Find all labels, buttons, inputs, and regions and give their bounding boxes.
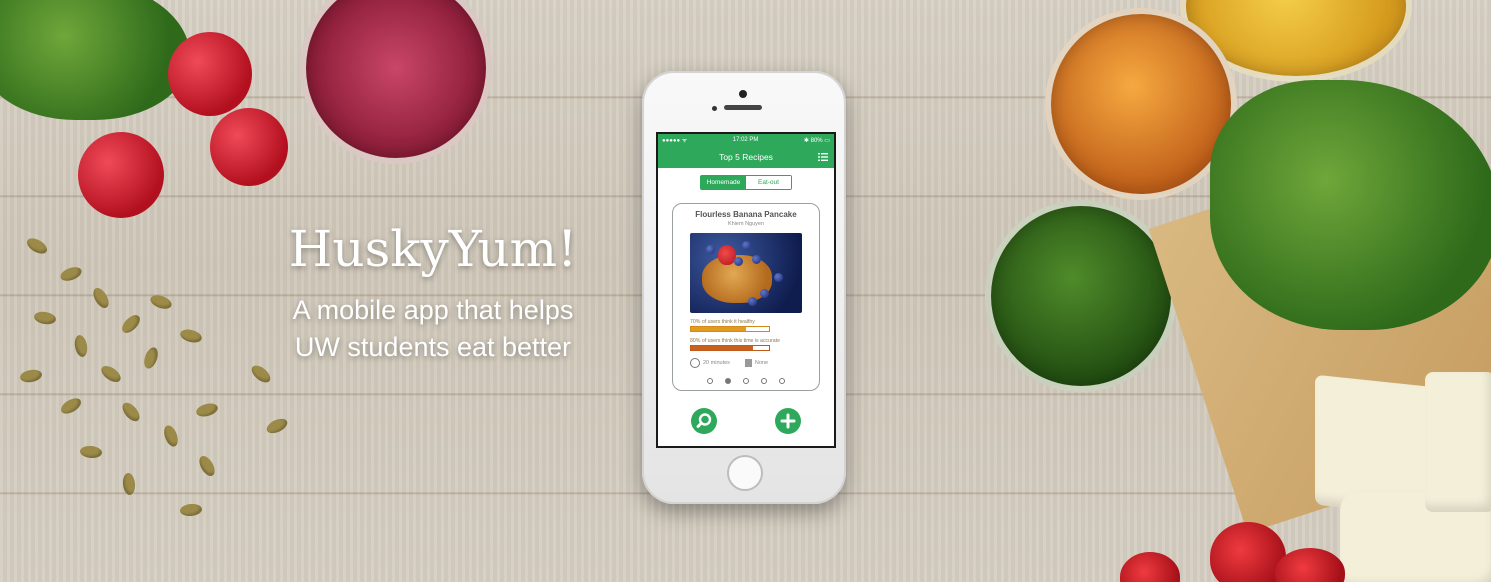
blueberry-image (748, 297, 757, 306)
tab-eat-out[interactable]: Eat-out (746, 176, 791, 189)
tab-homemade[interactable]: Homemade (701, 176, 746, 189)
seed-decoration (196, 453, 218, 479)
seed-decoration (90, 285, 112, 311)
seed-decoration (194, 401, 220, 419)
pagination-dot[interactable] (725, 378, 731, 384)
blueberry-image (774, 273, 783, 282)
seed-decoration (98, 362, 124, 386)
action-bar (658, 408, 834, 434)
healthy-stat-text: 70% of users think it healthy (690, 319, 755, 325)
healthy-progress-bar (690, 326, 770, 332)
earpiece-speaker (724, 105, 762, 110)
status-bar: ●●●●● ᯤ 17:02 PM ✱ 80% ▭ (658, 134, 834, 146)
chard-decoration (1210, 80, 1491, 330)
seed-decoration (119, 399, 143, 425)
recipe-meta: 20 minutes None (690, 358, 819, 368)
seed-decoration (141, 345, 161, 371)
phone-mockup: ●●●●● ᯤ 17:02 PM ✱ 80% ▭ Top 5 Recipes H… (642, 71, 846, 504)
recipe-photo (690, 233, 802, 313)
accuracy-stat-text: 80% of users think this time is accurate (690, 338, 780, 344)
seed-decoration (178, 327, 204, 345)
phone-screen: ●●●●● ᯤ 17:02 PM ✱ 80% ▭ Top 5 Recipes H… (656, 132, 836, 448)
list-icon[interactable] (818, 153, 828, 161)
seed-decoration (19, 368, 43, 384)
seed-decoration (264, 415, 290, 437)
recipe-author: Khiem Nguyen (727, 221, 765, 227)
tagline-line-2: UW students eat better (294, 332, 572, 362)
search-icon (696, 413, 712, 428)
proximity-sensor (712, 106, 717, 111)
tagline: A mobile app that helps UW students eat … (248, 292, 618, 366)
seed-decoration (179, 503, 203, 517)
battery-indicator: ✱ 80% ▭ (803, 137, 830, 144)
blueberry-image (706, 245, 715, 254)
pagination-dot[interactable] (779, 378, 785, 384)
honey-jar (1045, 8, 1237, 200)
recipe-card[interactable]: Flourless Banana Pancake Khiem Nguyen 70… (672, 203, 820, 391)
pagination-dot[interactable] (707, 378, 713, 384)
pickled-onion-jar (300, 0, 492, 164)
seed-decoration (118, 311, 144, 337)
clock-icon (690, 358, 700, 368)
battery-percent: 80% (810, 137, 823, 144)
blueberry-image (734, 257, 743, 266)
front-camera (739, 90, 747, 98)
signal-wifi-icon: ●●●●● ᯤ (662, 138, 688, 144)
waste-icon (744, 359, 752, 367)
seed-decoration (58, 264, 84, 284)
seed-decoration (148, 292, 174, 312)
nav-bar: Top 5 Recipes (658, 146, 834, 168)
brand-title: HuskyYum! (288, 220, 578, 278)
status-time: 17:02 PM (732, 137, 759, 143)
nav-title: Top 5 Recipes (719, 152, 773, 162)
pagination-dot[interactable] (761, 378, 767, 384)
seed-decoration (79, 445, 103, 459)
cheese-wedge (1425, 372, 1491, 512)
strawberry-decoration (1120, 552, 1180, 582)
tagline-line-1: A mobile app that helps (292, 295, 574, 325)
seed-decoration (24, 235, 50, 257)
blueberry-image (760, 289, 769, 298)
seed-decoration (33, 310, 57, 326)
waste-value: None (754, 360, 769, 366)
blueberry-image (742, 241, 751, 250)
greens-decoration (0, 0, 190, 120)
healthy-progress-fill (691, 327, 746, 331)
blueberry-image (752, 255, 761, 264)
seed-decoration (58, 395, 84, 417)
search-button[interactable] (691, 408, 717, 434)
radish-decoration (168, 32, 252, 116)
plus-icon (780, 413, 796, 429)
recipe-type-toggle: Homemade Eat-out (700, 175, 792, 190)
pagination-dot[interactable] (743, 378, 749, 384)
radish-decoration (210, 108, 288, 186)
add-recipe-button[interactable] (775, 408, 801, 434)
hero-headline: HuskyYum! A mobile app that helps UW stu… (248, 218, 618, 366)
home-button[interactable] (727, 455, 763, 491)
cook-time: 20 minutes (703, 360, 730, 366)
accuracy-progress-fill (691, 346, 754, 350)
accuracy-progress-bar (690, 345, 770, 351)
seed-decoration (122, 472, 136, 496)
recipe-title: Flourless Banana Pancake (695, 210, 797, 219)
seed-decoration (161, 423, 181, 449)
pagination-dots (673, 378, 819, 384)
radish-decoration (78, 132, 164, 218)
seed-decoration (73, 334, 89, 358)
